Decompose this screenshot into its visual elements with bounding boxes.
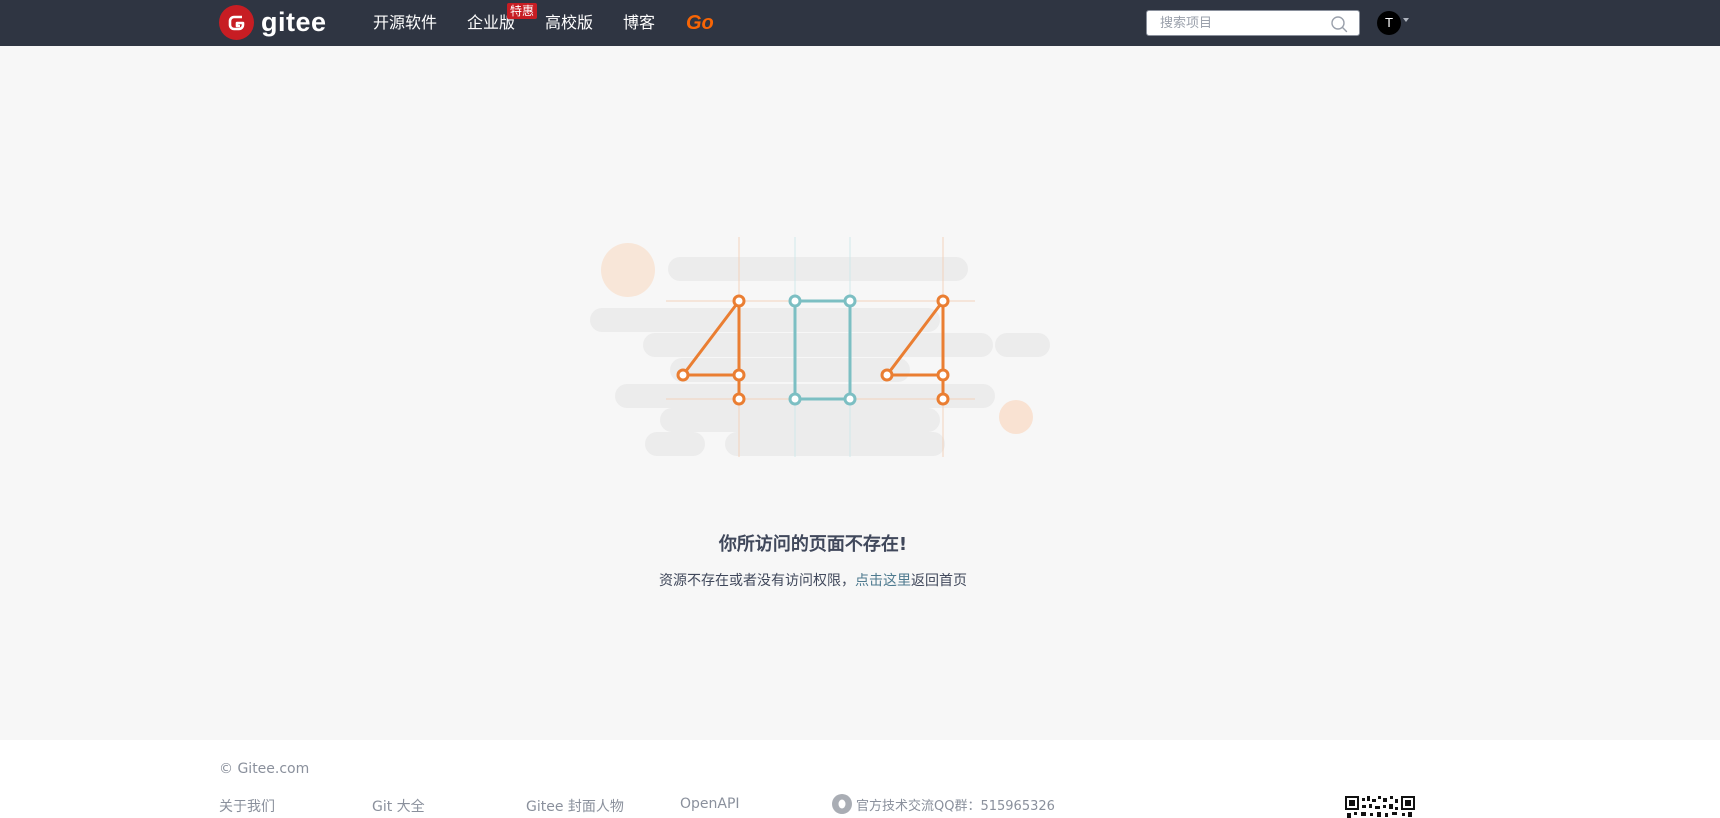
gitee-logo-icon <box>219 5 254 40</box>
qr-code-icon <box>1345 796 1415 818</box>
qq-group: 官方技术交流QQ群：515965326 <box>832 794 1055 814</box>
brand-name: gitee <box>261 7 327 37</box>
error-title: 你所访问的页面不存在! <box>718 534 908 555</box>
back-home-link[interactable]: 点击这里 <box>855 573 911 589</box>
top-navbar: gitee 开源软件 企业版 特惠 高校版 博客 Go T <box>0 0 1720 46</box>
nav-blog[interactable]: 博客 <box>623 0 655 46</box>
error-desc-text: 资源不存在或者没有访问权限， <box>659 573 855 589</box>
search-icon[interactable] <box>1329 14 1349 34</box>
footer-link-about[interactable]: 关于我们 <box>219 796 275 816</box>
search-box <box>1146 10 1360 36</box>
footer-link-openapi[interactable]: OpenAPI <box>680 796 740 812</box>
promo-badge: 特惠 <box>507 3 538 19</box>
footer-link-cover-people[interactable]: Gitee 封面人物 <box>526 796 624 816</box>
user-avatar[interactable]: T <box>1377 11 1401 35</box>
nav-education[interactable]: 高校版 <box>545 0 593 46</box>
page-footer: © Gitee.com 关于我们 Git 大全 Gitee 封面人物 OpenA… <box>0 740 1720 818</box>
error-description: 资源不存在或者没有访问权限，点击这里返回首页 <box>0 570 1626 590</box>
search-input[interactable] <box>1160 14 1325 32</box>
qq-group-text: 官方技术交流QQ群：515965326 <box>856 798 1055 814</box>
qq-icon <box>832 794 852 814</box>
error-desc-suffix: 返回首页 <box>911 573 967 589</box>
404-illustration <box>590 237 1050 457</box>
footer-link-git[interactable]: Git 大全 <box>372 796 425 816</box>
copyright: © Gitee.com <box>219 761 310 777</box>
user-menu-caret-icon[interactable] <box>1403 18 1409 22</box>
gitee-logo[interactable]: gitee <box>219 5 327 40</box>
nav-go[interactable]: Go <box>686 0 714 46</box>
nav-open-source[interactable]: 开源软件 <box>373 0 437 46</box>
